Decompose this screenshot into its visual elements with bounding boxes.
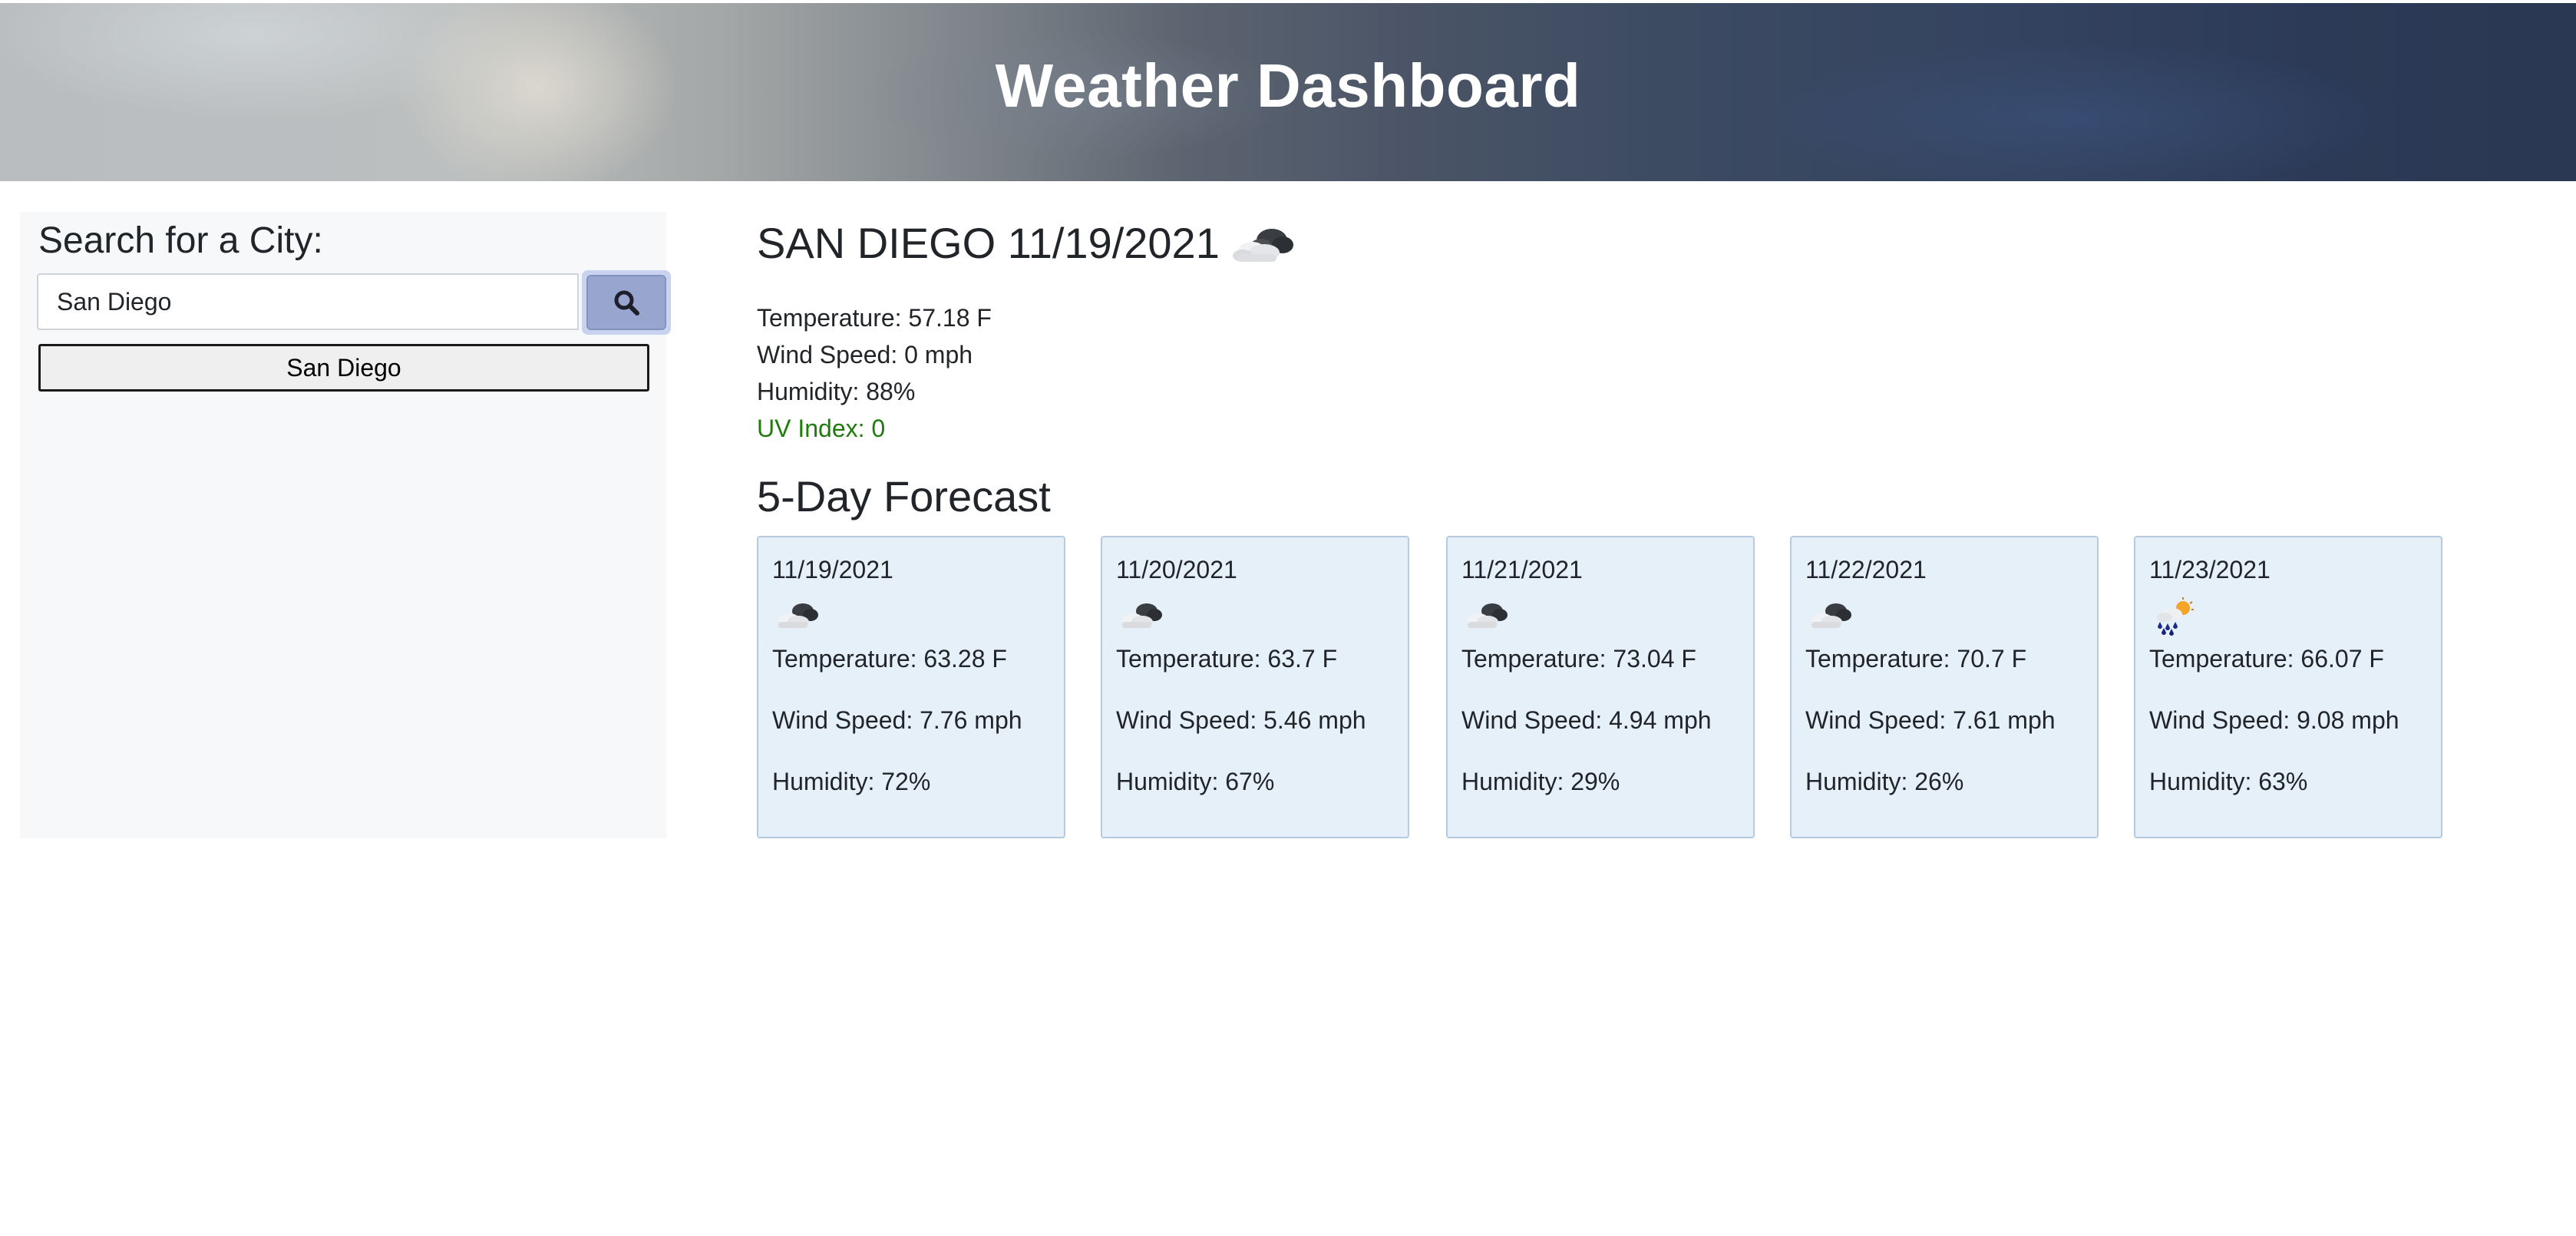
forecast-humidity: Humidity: 29%: [1461, 768, 1620, 795]
forecast-card: 11/23/2021 Temperature: 66.07 F Wind Spe…: [2134, 536, 2442, 838]
forecast-humidity: Humidity: 63%: [2149, 768, 2308, 795]
forecast-card: 11/21/2021 Temperature: 73.04 F Wind Spe…: [1446, 536, 1755, 838]
search-heading: Search for a City:: [38, 220, 323, 261]
forecast-date: 11/23/2021: [2149, 556, 2271, 583]
forecast-humidity: Humidity: 26%: [1805, 768, 1964, 795]
forecast-temperature: Temperature: 70.7 F: [1805, 645, 2027, 673]
search-sidebar: Search for a City: San Diego: [20, 212, 671, 838]
forecast-wind-speed: Wind Speed: 4.94 mph: [1461, 706, 1712, 734]
cloudy-icon: [1468, 603, 1508, 628]
forecast-card: 11/20/2021 Temperature: 63.7 F Wind Spee…: [1101, 536, 1409, 838]
forecast-humidity: Humidity: 72%: [772, 768, 931, 795]
city-search-input[interactable]: [37, 273, 579, 330]
forecast-wind-speed: Wind Speed: 9.08 mph: [2149, 706, 2399, 734]
forecast-card: 11/19/2021 Temperature: 63.28 F Wind Spe…: [757, 536, 1065, 838]
forecast-temperature: Temperature: 66.07 F: [2149, 645, 2384, 673]
current-humidity: Humidity: 88%: [757, 378, 916, 405]
forecast-cards: 11/19/2021 Temperature: 63.28 F Wind Spe…: [757, 536, 2446, 838]
forecast-temperature: Temperature: 63.28 F: [772, 645, 1007, 673]
forecast-temperature: Temperature: 63.7 F: [1116, 645, 1338, 673]
forecast-heading: 5-Day Forecast: [757, 472, 1051, 521]
forecast-wind-speed: Wind Speed: 7.76 mph: [772, 706, 1022, 734]
forecast-date: 11/19/2021: [772, 556, 893, 583]
current-wind-speed: Wind Speed: 0 mph: [757, 341, 973, 368]
forecast-date: 11/22/2021: [1805, 556, 1927, 583]
current-weather-heading: SAN DIEGO 11/19/2021: [757, 218, 1298, 268]
rain-sun-icon: [2157, 597, 2194, 636]
forecast-date: 11/20/2021: [1116, 556, 1237, 583]
forecast-humidity: Humidity: 67%: [1116, 768, 1275, 795]
forecast-wind-speed: Wind Speed: 5.46 mph: [1116, 706, 1366, 734]
forecast-temperature: Temperature: 73.04 F: [1461, 645, 1696, 673]
cloudy-icon: [1122, 603, 1162, 628]
history-button-san-diego[interactable]: San Diego: [38, 344, 649, 392]
search-icon: [614, 290, 639, 316]
header-banner: Weather Dashboard: [0, 3, 2576, 181]
current-temperature: Temperature: 57.18 F: [757, 304, 992, 332]
forecast-date: 11/21/2021: [1461, 556, 1583, 583]
search-button-face: [586, 275, 666, 330]
cloudy-icon: [1811, 603, 1851, 628]
search-button[interactable]: [582, 270, 671, 335]
current-uv-index: UV Index: 0: [757, 415, 886, 442]
current-city-date: SAN DIEGO 11/19/2021: [757, 219, 1220, 267]
cloudy-icon: [778, 603, 818, 628]
forecast-wind-speed: Wind Speed: 7.61 mph: [1805, 706, 2056, 734]
cloudy-icon: [1232, 228, 1293, 262]
page-title: Weather Dashboard: [995, 51, 1581, 120]
forecast-card: 11/22/2021 Temperature: 70.7 F Wind Spee…: [1790, 536, 2099, 838]
